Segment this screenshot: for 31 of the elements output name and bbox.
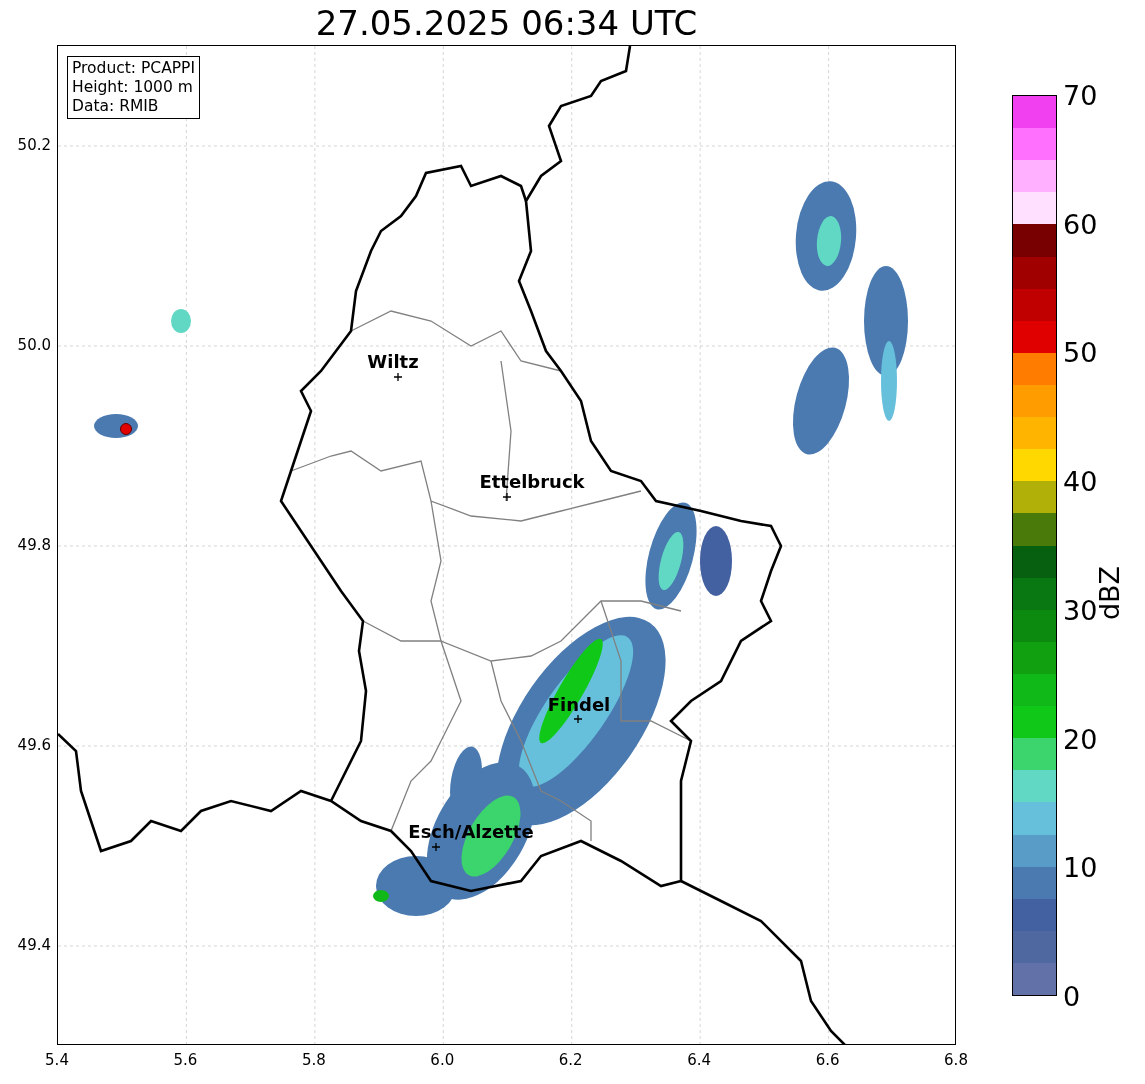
colorbar-tick-label: 40 xyxy=(1063,465,1098,497)
place-marker-icon xyxy=(393,372,403,382)
info-text: Data: RMIB xyxy=(72,97,160,116)
x-tick-label: 6.0 xyxy=(430,1051,455,1069)
info-text: Product: PCAPPI xyxy=(72,59,196,78)
x-tick-label: 6.6 xyxy=(815,1051,840,1069)
place-marker-icon xyxy=(431,842,441,852)
y-tick-label: 49.4 xyxy=(17,936,51,954)
x-tick-label: 6.8 xyxy=(944,1051,968,1069)
x-tick-label: 5.4 xyxy=(45,1051,69,1069)
radar-site-icon xyxy=(120,423,132,435)
x-tick-label: 6.2 xyxy=(558,1051,583,1069)
colorbar-tick-label: 10 xyxy=(1063,851,1098,883)
y-tick-label: 50.0 xyxy=(17,336,51,354)
x-tick-label: 5.8 xyxy=(301,1051,326,1069)
info-text: Height: 1000 m xyxy=(72,78,194,97)
colorbar-tick-label: 50 xyxy=(1063,336,1098,368)
colorbar-tick-label: 20 xyxy=(1063,723,1098,755)
x-tick-label: 5.6 xyxy=(173,1051,198,1069)
place-label: Wiltz xyxy=(367,350,419,372)
colorbar-tick-label: 0 xyxy=(1063,980,1081,1012)
x-tick-label: 6.4 xyxy=(687,1051,712,1069)
y-tick-label: 49.8 xyxy=(17,536,51,554)
colorbar-tick-label: 60 xyxy=(1063,208,1098,240)
colorbar-tick-label: 70 xyxy=(1063,79,1098,111)
place-label: Ettelbruck xyxy=(479,470,585,492)
chart-title: 27.05.2025 06:34 UTC xyxy=(314,1,699,45)
y-tick-label: 50.2 xyxy=(17,136,51,154)
y-tick-label: 49.6 xyxy=(17,736,51,754)
place-marker-icon xyxy=(573,714,583,724)
place-marker-icon xyxy=(502,492,512,502)
